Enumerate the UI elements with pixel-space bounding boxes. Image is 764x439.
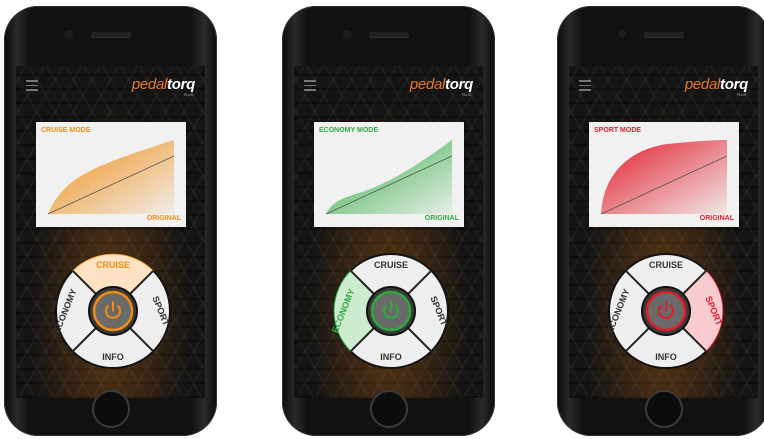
mode-title: ECONOMY MODE [319, 127, 378, 134]
info-label[interactable]: INFO [655, 352, 677, 362]
cruise-label[interactable]: CRUISE [374, 260, 408, 270]
cruise-label[interactable]: CRUISE [649, 260, 683, 270]
throttle-curve-graph: CRUISE MODE ORIGINAL [36, 122, 186, 227]
phone-economy: pedaltorq PLUS ECONOMY MODE ORIGINAL CRUI… [282, 6, 495, 436]
front-camera [64, 30, 73, 38]
mode-curve-area [326, 140, 452, 214]
phone-cruise: pedaltorq PLUS CRUISE MODE ORIGINAL CRUIS… [4, 6, 217, 436]
mode-dial: CRUISE ECONOMY SPORT INFO [332, 253, 449, 369]
mode-title: SPORT MODE [594, 127, 642, 134]
front-camera [342, 30, 351, 38]
original-label: ORIGINAL [146, 215, 181, 222]
phone-sport: pedaltorq PLUS SPORT MODE ORIGINAL CRUISE… [557, 6, 764, 436]
mode-dial: CRUISE ECONOMY SPORT INFO [607, 253, 724, 369]
earpiece-speaker [90, 32, 131, 37]
front-camera [617, 30, 626, 38]
pedaltorq-logo: pedaltorq PLUS [131, 76, 195, 97]
info-label[interactable]: INFO [380, 352, 402, 362]
earpiece-speaker [368, 32, 409, 37]
hamburger-menu-icon[interactable] [26, 80, 38, 91]
pedaltorq-logo: pedaltorq PLUS [409, 76, 473, 97]
info-label[interactable]: INFO [102, 352, 124, 362]
mode-curve-area [601, 140, 727, 214]
home-button[interactable] [91, 390, 130, 428]
home-button[interactable] [644, 390, 683, 428]
app-screen: pedaltorq PLUS ECONOMY MODE ORIGINAL CRUI… [294, 66, 483, 398]
pedaltorq-logo: pedaltorq PLUS [684, 76, 748, 97]
original-label: ORIGINAL [699, 215, 734, 222]
throttle-curve-graph: ECONOMY MODE ORIGINAL [314, 122, 464, 227]
throttle-curve-graph: SPORT MODE ORIGINAL [589, 122, 739, 227]
curve-chart [47, 140, 175, 215]
app-screen: pedaltorq PLUS CRUISE MODE ORIGINAL CRUIS… [16, 66, 205, 398]
mode-title: CRUISE MODE [41, 127, 91, 134]
mode-dial: CRUISE ECONOMY SPORT INFO [54, 253, 171, 369]
home-button[interactable] [369, 390, 408, 428]
curve-chart [325, 140, 453, 215]
hamburger-menu-icon[interactable] [579, 80, 591, 91]
cruise-label: CRUISE [96, 260, 130, 270]
earpiece-speaker [643, 32, 684, 37]
curve-chart [600, 140, 728, 215]
original-label: ORIGINAL [424, 215, 459, 222]
mode-curve-area [48, 140, 174, 214]
app-screen: pedaltorq PLUS SPORT MODE ORIGINAL CRUISE… [569, 66, 758, 398]
hamburger-menu-icon[interactable] [304, 80, 316, 91]
